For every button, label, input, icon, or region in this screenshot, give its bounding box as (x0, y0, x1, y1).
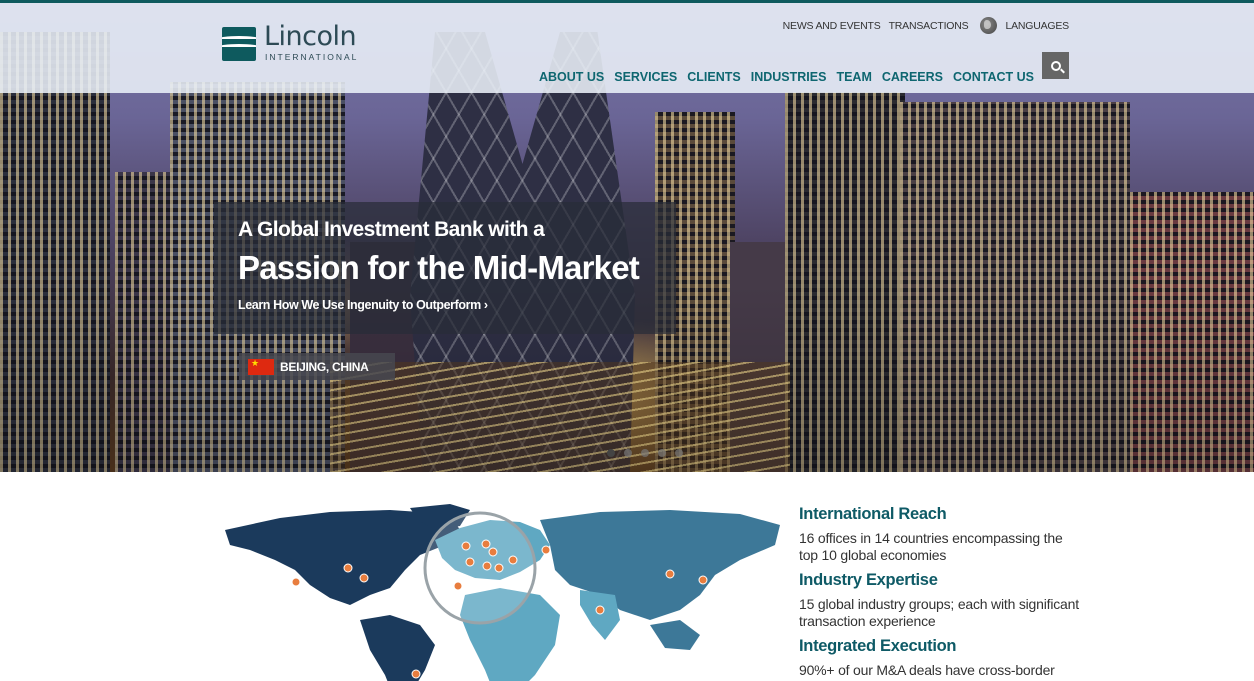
feature-text: 90%+ of our M&A deals have cross-border (799, 662, 1055, 678)
nav-services[interactable]: SERVICES (614, 70, 677, 84)
office-pin (465, 557, 475, 567)
office-pin (488, 547, 498, 557)
languages-link[interactable]: LANGUAGES (1005, 20, 1069, 32)
slider-dot[interactable] (607, 449, 615, 457)
slider-dots (607, 449, 683, 457)
nav-about-us[interactable]: ABOUT US (539, 70, 604, 84)
office-pin (698, 575, 708, 585)
feature-title[interactable]: Industry Expertise (799, 571, 1079, 590)
office-pin (494, 563, 504, 573)
hero-headline-1: A Global Investment Bank with a (238, 218, 545, 241)
slider-dot[interactable] (641, 449, 649, 457)
slider-dot[interactable] (675, 449, 683, 457)
feature-title[interactable]: International Reach (799, 505, 1079, 524)
nav-contact-us[interactable]: CONTACT US (953, 70, 1034, 84)
hero-learn-more-link[interactable]: Learn How We Use Ingenuity to Outperform… (238, 298, 488, 312)
logo-name: Lincoln (264, 21, 357, 52)
china-flag-icon (248, 358, 274, 375)
office-pin (481, 539, 491, 549)
globe-icon[interactable] (980, 17, 998, 34)
map-india (580, 590, 620, 640)
world-office-map (220, 500, 785, 681)
utility-nav: NEWS AND EVENTS TRANSACTIONS LANGUAGES (783, 17, 1069, 34)
nav-team[interactable]: TEAM (836, 70, 871, 84)
location-label: BEIJING, CHINA (280, 359, 369, 374)
office-pin (343, 563, 353, 573)
news-events-link[interactable]: NEWS AND EVENTS (783, 20, 881, 32)
map-south-america (360, 615, 435, 681)
location-badge: BEIJING, CHINA (239, 353, 395, 380)
office-pin (595, 605, 605, 615)
site-header: Lincoln INTERNATIONAL NEWS AND EVENTS TR… (0, 3, 1254, 93)
office-pin (461, 541, 471, 551)
feature-text: 15 global industry groups; each with sig… (799, 596, 1079, 629)
office-pin (359, 573, 369, 583)
office-pin (665, 569, 675, 579)
feature-text: 16 offices in 14 countries encompassing … (799, 530, 1063, 563)
europe-zoom-circle (423, 511, 537, 625)
office-pin (291, 577, 301, 587)
nav-careers[interactable]: CAREERS (882, 70, 943, 84)
nav-industries[interactable]: INDUSTRIES (751, 70, 827, 84)
transactions-link[interactable]: TRANSACTIONS (889, 20, 969, 32)
lincoln-logo[interactable]: Lincoln INTERNATIONAL (222, 21, 362, 67)
logo-subtitle: INTERNATIONAL (265, 52, 359, 62)
feature-title[interactable]: Integrated Execution (799, 637, 1079, 656)
map-southeast-asia (650, 620, 700, 650)
hero-headline-2: Passion for the Mid-Market (238, 249, 640, 286)
map-asia (540, 510, 780, 620)
office-pin (482, 561, 492, 571)
hero-caption: A Global Investment Bank with a Passion … (214, 202, 676, 334)
top-accent-stripe (0, 0, 1254, 3)
office-pin (411, 669, 421, 679)
slider-dot[interactable] (624, 449, 632, 457)
office-pin (541, 545, 551, 555)
features-list: International Reach 16 offices in 14 cou… (799, 505, 1079, 681)
office-pin (453, 581, 463, 591)
main-nav: ABOUT US SERVICES CLIENTS INDUSTRIES TEA… (539, 70, 1034, 84)
search-icon (1050, 60, 1061, 71)
slider-dot[interactable] (658, 449, 666, 457)
office-pin (508, 555, 518, 565)
wave-logo-icon (222, 27, 256, 61)
search-button[interactable] (1042, 52, 1069, 79)
nav-clients[interactable]: CLIENTS (687, 70, 740, 84)
